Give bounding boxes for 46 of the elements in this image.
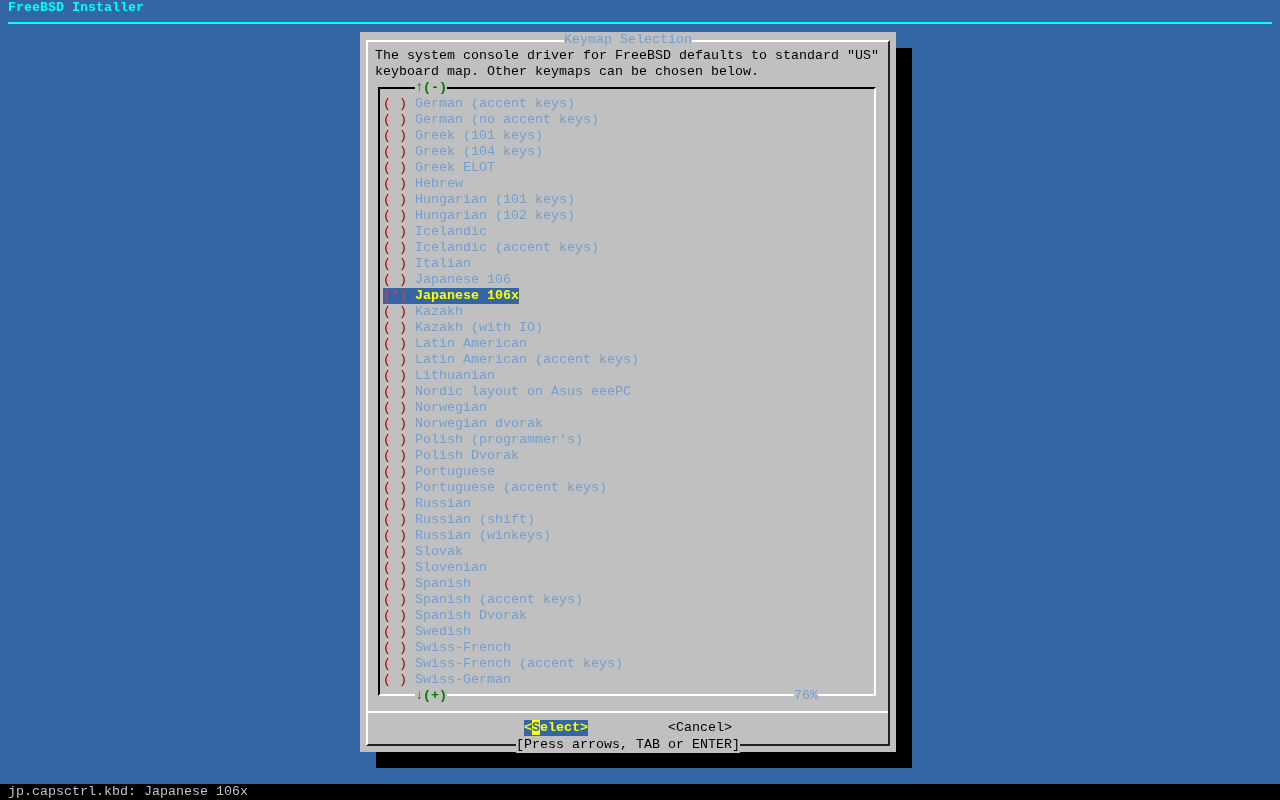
scroll-down-indicator[interactable]: ↓(+) [415,688,447,704]
keymap-option[interactable]: ( ) Swiss-German [383,672,511,688]
keymap-option[interactable]: ( ) Norwegian dvorak [383,416,543,432]
keymap-option[interactable]: ( ) Hebrew [383,176,463,192]
key-hint: [Press arrows, TAB or ENTER] [516,737,740,753]
keymap-option[interactable]: ( ) Greek (104 keys) [383,144,543,160]
keymap-option[interactable]: ( ) Swiss-French (accent keys) [383,656,623,672]
keymap-option[interactable]: ( ) Japanese 106 [383,272,511,288]
keymap-option[interactable]: ( ) Icelandic [383,224,487,240]
scroll-up-indicator[interactable]: ↑(-) [415,80,447,96]
keymap-option[interactable]: ( ) Greek (101 keys) [383,128,543,144]
description-text: The system console driver for FreeBSD defaults to standard "US" keyboard map. Other keymaps can be chosen below. [375,48,880,80]
keymap-option[interactable]: ( ) Latin American (accent keys) [383,352,639,368]
keymap-option[interactable]: ( ) Russian (winkeys) [383,528,551,544]
keymap-option[interactable]: ( ) Swedish [383,624,471,640]
keymap-option[interactable]: ( ) Polish Dvorak [383,448,519,464]
keymap-option[interactable]: ( ) Greek ELOT [383,160,495,176]
keymap-option[interactable]: ( ) Lithuanian [383,368,495,384]
keymap-option[interactable]: ( ) Latin American [383,336,527,352]
dialog-title: Keymap Selection [564,32,692,48]
keymap-option[interactable]: ( ) Kazakh (with IO) [383,320,543,336]
installer-title: FreeBSD Installer [7,0,145,16]
keymap-option[interactable]: ( ) Italian [383,256,471,272]
keymap-option[interactable]: ( ) Slovak [383,544,463,560]
keymap-option[interactable]: ( ) Swiss-French [383,640,511,656]
keymap-option[interactable]: ( ) German (no accent keys) [383,112,599,128]
keymap-option[interactable]: ( ) Portuguese [383,464,495,480]
keymap-option[interactable]: ( ) Portuguese (accent keys) [383,480,607,496]
keymap-option[interactable]: ( ) Polish (programmer's) [383,432,583,448]
keymap-option[interactable]: ( ) Russian [383,496,471,512]
keymap-option[interactable]: ( ) Spanish Dvorak [383,608,527,624]
keymap-option[interactable]: ( ) Spanish [383,576,471,592]
select-button[interactable]: <Select> [524,720,588,736]
keymap-option[interactable]: ( ) Norwegian [383,400,487,416]
keymap-option[interactable]: (*) Japanese 106x [383,288,519,304]
keymap-option[interactable]: ( ) Hungarian (102 keys) [383,208,575,224]
keymap-option[interactable]: ( ) Spanish (accent keys) [383,592,583,608]
keymap-option[interactable]: ( ) Nordic layout on Asus eeePC [383,384,631,400]
keymap-option[interactable]: ( ) German (accent keys) [383,96,575,112]
keymap-option[interactable]: ( ) Hungarian (101 keys) [383,192,575,208]
keymap-option[interactable]: ( ) Slovenian [383,560,487,576]
keymap-option[interactable]: ( ) Icelandic (accent keys) [383,240,599,256]
cancel-button[interactable]: <Cancel> [668,720,732,736]
keymap-option[interactable]: ( ) Russian (shift) [383,512,535,528]
status-text: jp.capsctrl.kbd: Japanese 106x [8,784,248,799]
keymap-option[interactable]: ( ) Kazakh [383,304,463,320]
